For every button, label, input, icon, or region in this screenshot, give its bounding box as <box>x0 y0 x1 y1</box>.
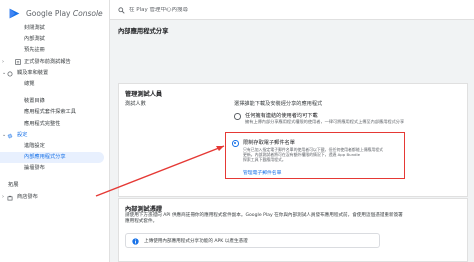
main-content: 內部應用程式分享 管理測試人員 測試人數 選擇誰能下載及安裝經分享的應用程式 任… <box>110 20 474 262</box>
sidebar-item-store-presence[interactable]: › 商店發布 <box>0 192 110 203</box>
sidebar-item-overview[interactable]: 總覽 <box>0 79 110 90</box>
sidebar-item-label: 裝置目錄 <box>24 98 45 105</box>
certificate-description: 請使用下方憑證向 API 供應商註冊你的應用程式套件副本。Google Play… <box>125 213 403 225</box>
brand-name: Google Play Console <box>26 8 103 18</box>
gear-icon <box>7 133 13 139</box>
chevron-right-icon: › <box>2 193 4 200</box>
option-label: 限制存取電子郵件名單 <box>243 140 295 146</box>
sidebar: Google Play Console 封閉測試 內部測試 預先註冊 › 正式發… <box>0 0 110 262</box>
sidebar-item-internal-testing[interactable]: 內部測試 <box>0 34 110 45</box>
store-icon <box>7 195 13 201</box>
radio-anyone-with-link[interactable] <box>234 113 241 120</box>
certificate-info-box: 上傳使用內部應用程式分享功能的 APK 以產生憑證 <box>125 233 380 248</box>
brand-logo[interactable]: Google Play Console <box>8 6 103 20</box>
sidebar-item-internal-app-sharing[interactable]: 內部應用程式分享 <box>0 152 104 164</box>
description-line: 應用程式套件。 <box>125 219 158 224</box>
sidebar-section-grow: 拓展 <box>0 180 110 191</box>
sidebar-item-label: 封閉測試 <box>24 25 45 31</box>
manage-testers-card: 管理測試人員 測試人數 選擇誰能下載及安裝經分享的應用程式 任何擁有連結的使用者… <box>118 83 468 197</box>
sidebar-item-label: 設定 <box>17 131 28 138</box>
sidebar-item-label: 內部應用程式分享 <box>24 154 66 161</box>
sidebar-item-label: 內部測試 <box>24 36 45 43</box>
reach-icon <box>7 71 13 77</box>
testers-label: 測試人數 <box>125 101 146 107</box>
page-title: 內部應用程式分享 <box>118 28 169 35</box>
sidebar-section-label: 拓展 <box>8 182 19 189</box>
search-input[interactable] <box>129 7 329 13</box>
report-icon <box>15 59 21 66</box>
card-title: 內部測試憑證 <box>125 206 163 213</box>
testers-description: 選擇誰能下載及安裝經分享的應用程式 <box>234 101 323 107</box>
option-label: 任何擁有連結的使用者均可下載 <box>245 113 318 119</box>
sidebar-item-label: 正式發布前測試報告 <box>24 58 71 65</box>
sidebar-item-label: 預先註冊 <box>24 47 45 54</box>
sidebar-item-label: 觸及率和裝置 <box>17 69 49 76</box>
option-description: 只有已加入指定電子郵件名單的使用者可以下載，但任何使用者都能上傳應用程式 更新。… <box>243 147 383 163</box>
sidebar-item-pre-launch-report[interactable]: › 正式發布前測試報告 <box>0 57 110 68</box>
chevron-down-icon: ⌄ <box>2 69 7 76</box>
sidebar-item-setup[interactable]: ⌄ 設定 <box>0 130 110 141</box>
sidebar-item-label: 應用程式完整性 <box>24 120 61 127</box>
sidebar-item-bundle-explorer[interactable]: 應用程式套件探索工具 <box>0 107 110 118</box>
sidebar-item-closed-testing[interactable]: 封閉測試 <box>0 23 110 34</box>
play-console-icon <box>9 8 20 18</box>
description-line: 探索工具下載應用程式。 <box>243 157 286 163</box>
option-sublabel: 擁有上傳內部分享應用程式權限的使用者，一律可將應用程式上傳至內部應用程式分享 <box>245 119 405 124</box>
description-line: 請使用下方憑證向 API 供應商註冊你的應用程式套件副本。Google Play… <box>125 213 403 218</box>
sidebar-item-forum-release[interactable]: 論壇發布 <box>0 163 110 174</box>
search-bar[interactable] <box>118 4 368 16</box>
sidebar-item-label: 進階設定 <box>24 142 45 149</box>
sidebar-item-label: 商店發布 <box>17 193 38 200</box>
sidebar-item-reach-devices[interactable]: ⌄ 觸及率和裝置 <box>0 68 110 79</box>
search-icon <box>118 6 125 14</box>
info-icon <box>132 237 139 245</box>
manage-email-lists-link[interactable]: 管理電子郵件名單 <box>243 169 281 176</box>
sidebar-item-app-integrity[interactable]: 應用程式完整性 <box>0 119 110 130</box>
sidebar-item-label: 論壇發布 <box>24 165 45 172</box>
sidebar-nav: 封閉測試 內部測試 預先註冊 › 正式發布前測試報告 ⌄ 觸及率和裝置 總覽 裝… <box>0 23 110 203</box>
radio-restrict-email-list[interactable] <box>232 140 239 147</box>
sidebar-item-label: 總覽 <box>24 80 35 87</box>
sidebar-item-label: 應用程式套件探索工具 <box>24 109 76 116</box>
internal-test-certificate-card: 內部測試憑證 請使用下方憑證向 API 供應商註冊你的應用程式套件副本。Goog… <box>118 198 468 262</box>
card-title: 管理測試人員 <box>125 91 163 98</box>
option-restrict-email-list[interactable]: 限制存取電子郵件名單 只有已加入指定電子郵件名單的使用者可以下載，但任何使用者都… <box>225 132 405 179</box>
chevron-down-icon: ⌄ <box>2 131 7 138</box>
chevron-right-icon: › <box>2 58 4 65</box>
info-text: 上傳使用內部應用程式分享功能的 APK 以產生憑證 <box>144 239 248 244</box>
sidebar-item-advanced-settings[interactable]: 進階設定 <box>0 141 110 152</box>
top-bar <box>110 0 474 20</box>
sidebar-item-pre-registration[interactable]: 預先註冊 <box>0 45 110 56</box>
sidebar-item-device-catalog[interactable]: 裝置目錄 <box>0 96 110 107</box>
